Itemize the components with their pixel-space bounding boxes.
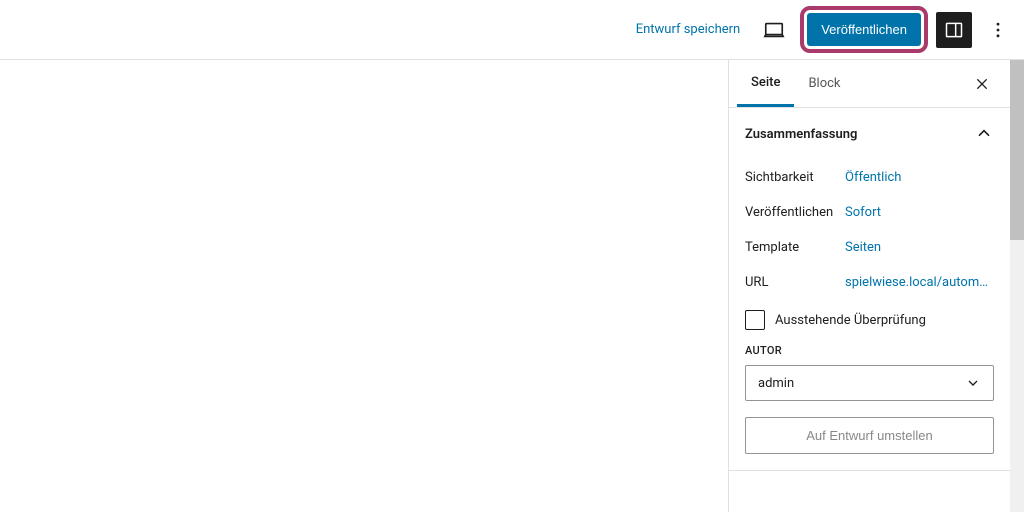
author-field-label: Autor <box>745 344 994 357</box>
url-value[interactable]: spielwiese.local/autom… <box>845 275 988 290</box>
save-draft-link[interactable]: Entwurf speichern <box>628 16 749 43</box>
preview-button[interactable] <box>756 12 792 48</box>
chevron-up-icon <box>974 124 994 144</box>
settings-sidebar: Seite Block Zusammenfassung Sichtbarkeit… <box>728 60 1010 512</box>
author-select[interactable]: admin <box>745 365 994 401</box>
tab-block[interactable]: Block <box>794 62 854 105</box>
publish-row: Veröffentlichen Sofort <box>745 195 994 230</box>
url-row: URL spielwiese.local/autom… <box>745 265 994 300</box>
editor-canvas[interactable] <box>0 60 728 512</box>
template-value[interactable]: Seiten <box>845 240 881 255</box>
chevron-down-icon <box>965 375 981 391</box>
visibility-label: Sichtbarkeit <box>745 170 845 185</box>
close-sidebar-button[interactable] <box>966 68 998 100</box>
visibility-row: Sichtbarkeit Öffentlich <box>745 160 994 195</box>
settings-toggle-button[interactable] <box>936 12 972 48</box>
switch-to-draft-button[interactable]: Auf Entwurf umstellen <box>745 417 994 454</box>
sidebar-tabs: Seite Block <box>729 60 1010 108</box>
scrollbar[interactable] <box>1010 60 1024 512</box>
editor-toolbar: Entwurf speichern Veröffentlichen <box>0 0 1024 60</box>
more-vertical-icon <box>988 20 1008 40</box>
publish-value[interactable]: Sofort <box>845 205 881 220</box>
scrollbar-thumb[interactable] <box>1010 60 1024 240</box>
summary-panel-title: Zusammenfassung <box>745 127 857 142</box>
summary-panel: Zusammenfassung Sichtbarkeit Öffentlich … <box>729 108 1010 471</box>
options-menu-button[interactable] <box>980 12 1016 48</box>
pending-review-checkbox[interactable] <box>745 310 765 330</box>
publish-highlight: Veröffentlichen <box>800 6 928 53</box>
template-label: Template <box>745 240 845 255</box>
close-icon <box>974 76 990 92</box>
desktop-icon <box>763 19 785 41</box>
summary-panel-toggle[interactable]: Zusammenfassung <box>729 108 1010 160</box>
sidebar-icon <box>944 20 964 40</box>
template-row: Template Seiten <box>745 230 994 265</box>
publish-label: Veröffentlichen <box>745 205 845 220</box>
pending-review-row: Ausstehende Überprüfung <box>745 300 994 344</box>
url-label: URL <box>745 275 845 290</box>
author-select-value: admin <box>758 376 794 391</box>
publish-button[interactable]: Veröffentlichen <box>807 13 921 46</box>
pending-review-label: Ausstehende Überprüfung <box>775 313 926 328</box>
tab-page[interactable]: Seite <box>737 61 794 107</box>
visibility-value[interactable]: Öffentlich <box>845 170 901 185</box>
